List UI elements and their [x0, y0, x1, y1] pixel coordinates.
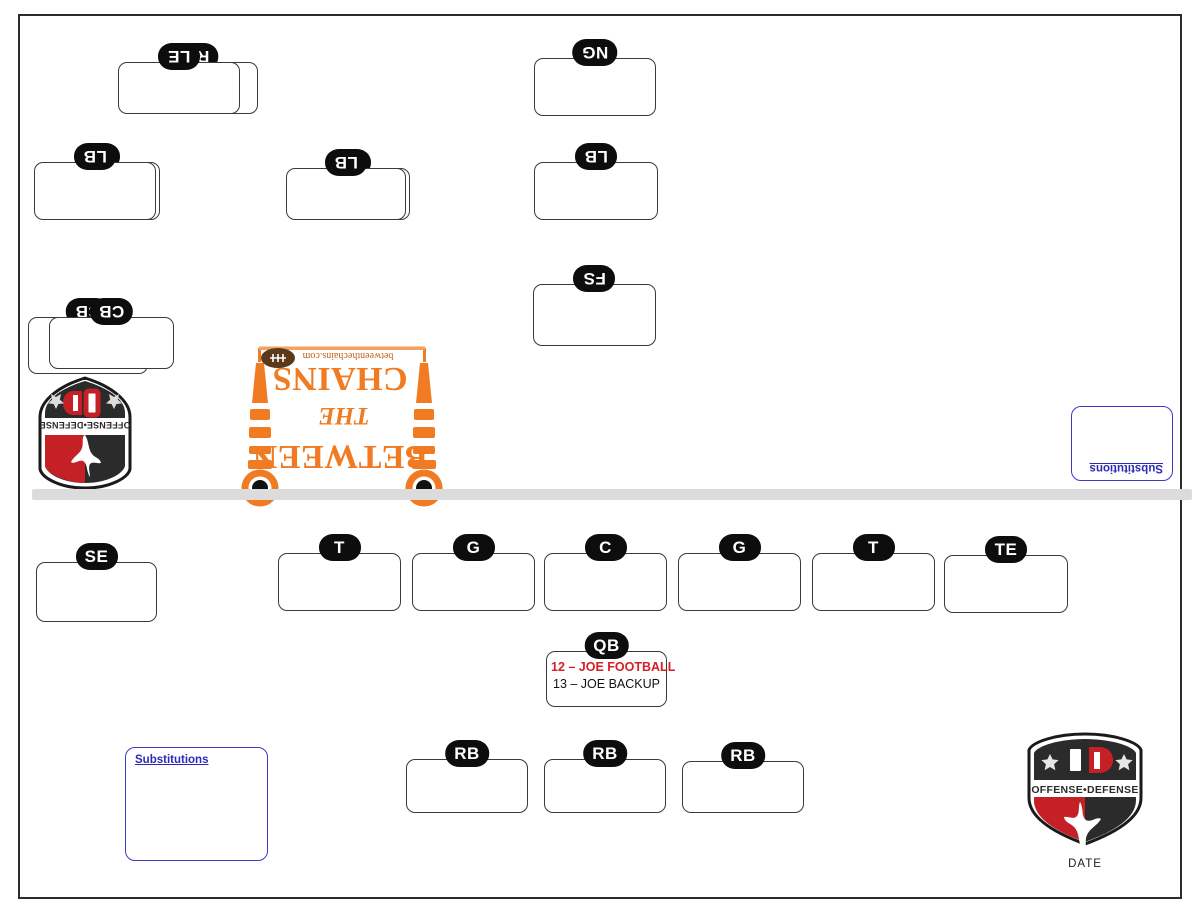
offense-slot-se[interactable]: SE — [36, 543, 157, 622]
position-tag: G — [718, 534, 761, 561]
defense-slot-ng[interactable]: NG — [534, 39, 656, 116]
position-tag: NG — [572, 39, 618, 66]
position-tag: T — [852, 534, 895, 561]
defense-slot-lb-4[interactable]: LB — [286, 149, 406, 220]
od-wordmark-defense: OFFENSE•DEFENSE — [39, 420, 130, 430]
offense-slot-lg[interactable]: G — [412, 534, 535, 611]
btc-line3: CHAINS — [272, 360, 407, 397]
substitutions-label-defense: Substitutions — [1089, 462, 1163, 474]
offense-half: SE T G C G T TE QB 12 – JOE FOOTBALL 13 … — [20, 500, 1180, 897]
qb-depth-entry-1: 12 – JOE FOOTBALL — [551, 660, 676, 674]
offense-slot-te[interactable]: TE — [944, 536, 1068, 613]
player-name-box[interactable] — [533, 284, 656, 346]
od-wordmark-offense: OFFENSE•DEFENSE — [1031, 784, 1138, 796]
player-name-box[interactable] — [544, 759, 666, 813]
position-tag: LB — [575, 143, 617, 170]
player-name-box[interactable] — [678, 553, 801, 611]
offense-slot-rt[interactable]: T — [812, 534, 935, 611]
position-tag: G — [452, 534, 495, 561]
player-name-box[interactable] — [406, 759, 528, 813]
player-name-box[interactable] — [278, 553, 401, 611]
defense-slot-fs[interactable]: FS — [533, 265, 656, 346]
defense-slot-cb-right[interactable]: CB — [49, 298, 174, 369]
position-tag: TE — [985, 536, 1027, 563]
position-tag: FS — [573, 265, 616, 292]
offense-slot-qb[interactable]: QB 12 – JOE FOOTBALL 13 – JOE BACKUP — [546, 632, 676, 707]
player-name-box[interactable] — [812, 553, 935, 611]
position-tag: LB — [325, 149, 367, 176]
defense-slot-lb-5[interactable]: LB — [34, 143, 156, 220]
substitutions-box-offense[interactable]: Substitutions — [125, 747, 268, 861]
position-tag: RB — [583, 740, 627, 767]
position-tag: RB — [445, 740, 489, 767]
offense-slot-rg[interactable]: G — [678, 534, 801, 611]
position-tag: RB — [721, 742, 765, 769]
od-shield-logo-offense: OFFENSE•DEFENSE — [1020, 732, 1150, 851]
player-name-box[interactable] — [534, 58, 656, 116]
date-label: DATE — [1068, 858, 1102, 870]
substitutions-box-defense[interactable]: Substitutions — [1071, 406, 1173, 481]
position-tag: LE — [158, 43, 200, 70]
position-tag: T — [318, 534, 361, 561]
offense-slot-rb-2[interactable]: RB — [544, 740, 666, 813]
btc-line1: BETWEEN — [252, 438, 427, 475]
position-tag: QB — [584, 632, 629, 659]
player-name-box[interactable] — [34, 162, 156, 220]
offense-slot-lt[interactable]: T — [278, 534, 401, 611]
defense-slot-lb-3[interactable]: LB — [534, 143, 658, 220]
player-name-box[interactable] — [534, 162, 658, 220]
offense-slot-rb-3[interactable]: RB — [682, 742, 804, 813]
position-tag: CB — [89, 298, 134, 325]
player-name-box[interactable] — [944, 555, 1068, 613]
offense-slot-c[interactable]: C — [544, 534, 667, 611]
player-name-box[interactable] — [36, 562, 157, 622]
offense-slot-rb-1[interactable]: RB — [406, 740, 528, 813]
position-tag: C — [584, 534, 627, 561]
field-divider — [32, 489, 1192, 500]
substitutions-label-offense: Substitutions — [135, 754, 209, 766]
qb-depth-entry-2: 13 – JOE BACKUP — [553, 677, 660, 691]
position-tag: LB — [74, 143, 116, 170]
btc-url: betweenthechains.com — [302, 350, 393, 361]
od-shield-logo-defense: OFFENSE•DEFENSE — [34, 375, 136, 491]
defense-slot-le[interactable]: LE — [118, 43, 240, 114]
depth-chart-sheet: OFFENSE•DEFENSE BETWEEN THE CHAINS betwe… — [0, 0, 1200, 913]
qb-depth-list: 12 – JOE FOOTBALL 13 – JOE BACKUP — [551, 659, 676, 693]
position-tag: SE — [75, 543, 118, 570]
player-name-box[interactable] — [412, 553, 535, 611]
btc-line2: THE — [318, 402, 369, 429]
between-the-chains-logo: BETWEEN THE CHAINS betweenthechains.com — [236, 338, 448, 508]
defense-half: OFFENSE•DEFENSE BETWEEN THE CHAINS betwe… — [20, 16, 1180, 507]
player-name-box[interactable] — [544, 553, 667, 611]
